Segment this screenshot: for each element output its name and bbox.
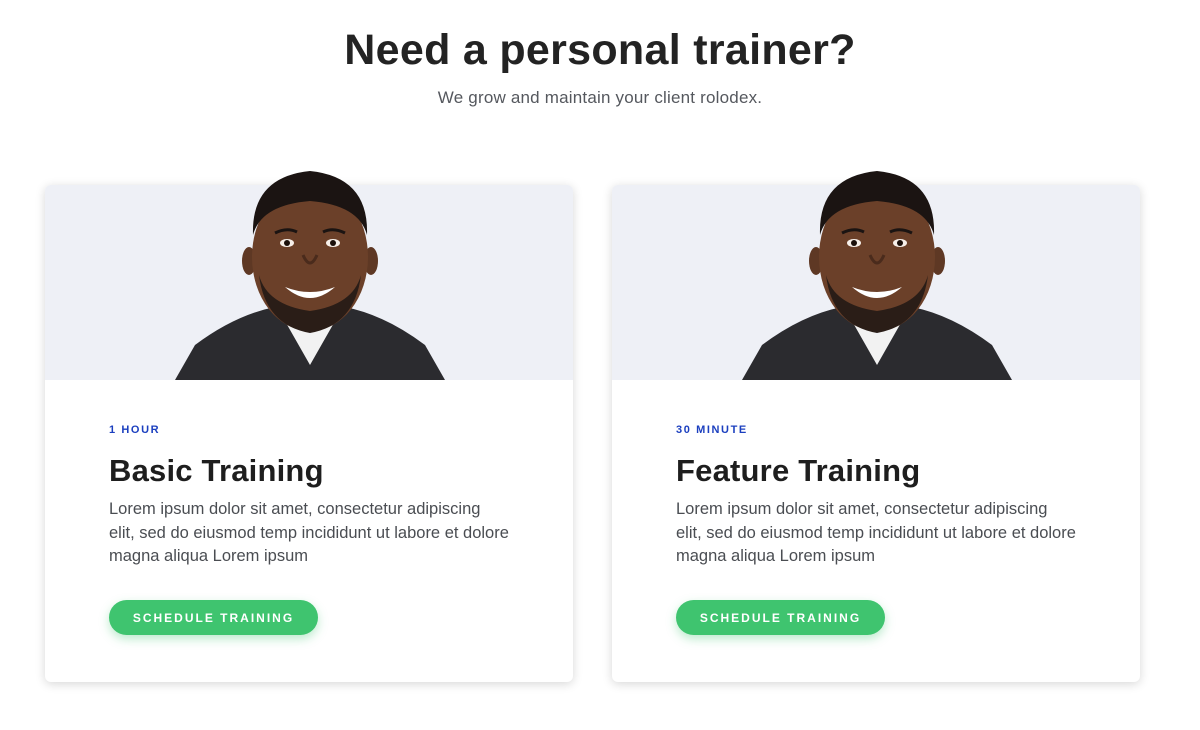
page-subtitle: We grow and maintain your client rolodex…	[437, 88, 763, 107]
card-title: Feature Training	[676, 453, 921, 488]
trainer-photo	[742, 165, 1012, 380]
duration-label: 30 MINUTE	[676, 424, 748, 436]
card-description: Lorem ipsum dolor sit amet, consectetur …	[109, 500, 509, 565]
duration-label: 1 HOUR	[109, 424, 161, 436]
training-card-basic: 1 HOUR Basic Training Lorem ipsum dolor …	[45, 171, 573, 682]
schedule-training-button[interactable]: SCHEDULE TRAINING	[109, 600, 318, 635]
card-image-area	[612, 171, 1140, 380]
trainer-photo	[175, 165, 445, 380]
card-image-area	[45, 171, 573, 380]
card-title: Basic Training	[109, 453, 324, 488]
training-card-feature: 30 MINUTE Feature Training Lorem ipsum d…	[612, 171, 1140, 682]
card-description: Lorem ipsum dolor sit amet, consectetur …	[676, 500, 1076, 565]
schedule-training-button[interactable]: SCHEDULE TRAINING	[676, 600, 885, 635]
page-title: Need a personal trainer?	[344, 26, 856, 74]
